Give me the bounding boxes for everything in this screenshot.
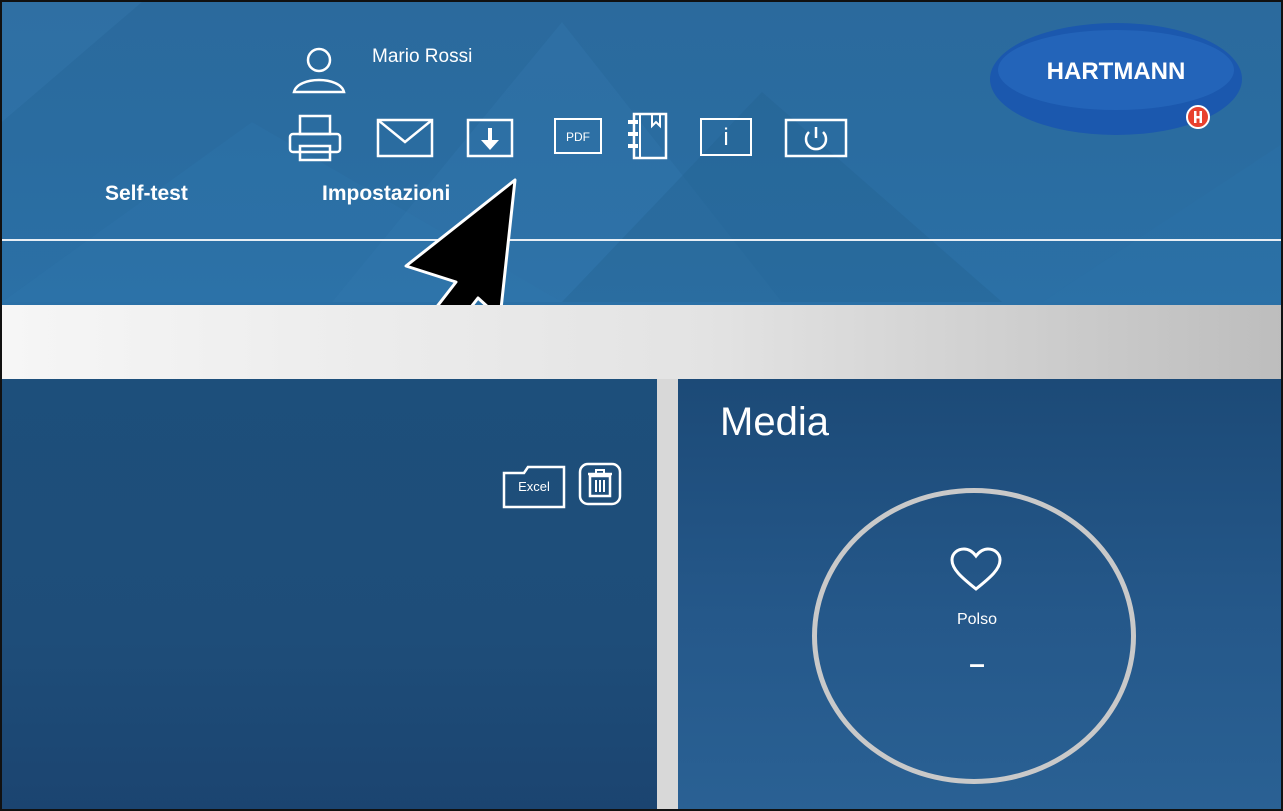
heart-icon: [950, 547, 1002, 591]
excel-label: Excel: [518, 479, 550, 494]
header: Mario Rossi PDF i Self-test Impostazioni…: [2, 2, 1281, 305]
pointer-arrow-icon: [404, 178, 517, 305]
user-name: Mario Rossi: [372, 46, 473, 67]
nav-self-test[interactable]: Self-test: [105, 182, 188, 206]
mail-icon[interactable]: [376, 118, 434, 158]
notebook-icon[interactable]: [626, 112, 670, 160]
pulse-ring: [812, 488, 1136, 784]
hartmann-logo: HARTMANN: [988, 20, 1244, 138]
history-panel: [2, 379, 657, 809]
download-icon[interactable]: [466, 118, 514, 158]
pdf-icon-label: PDF: [566, 130, 590, 144]
header-divider: [2, 239, 1281, 241]
logo-text: HARTMANN: [1046, 58, 1186, 85]
pulse-label: Polso: [956, 611, 998, 628]
grey-band: [2, 305, 1281, 379]
pdf-icon[interactable]: PDF: [554, 118, 602, 154]
user-icon[interactable]: [290, 46, 348, 94]
app-window: Mario Rossi PDF i Self-test Impostazioni…: [0, 0, 1283, 811]
trash-icon[interactable]: [578, 462, 622, 506]
printer-icon[interactable]: [288, 114, 342, 162]
info-icon-label: i: [723, 124, 729, 151]
info-icon[interactable]: i: [700, 118, 752, 156]
excel-export-button[interactable]: Excel: [502, 465, 566, 514]
panel-gap: [657, 379, 678, 809]
pulse-value: –: [969, 648, 985, 679]
media-title: Media: [720, 400, 829, 444]
power-icon[interactable]: [784, 118, 848, 158]
